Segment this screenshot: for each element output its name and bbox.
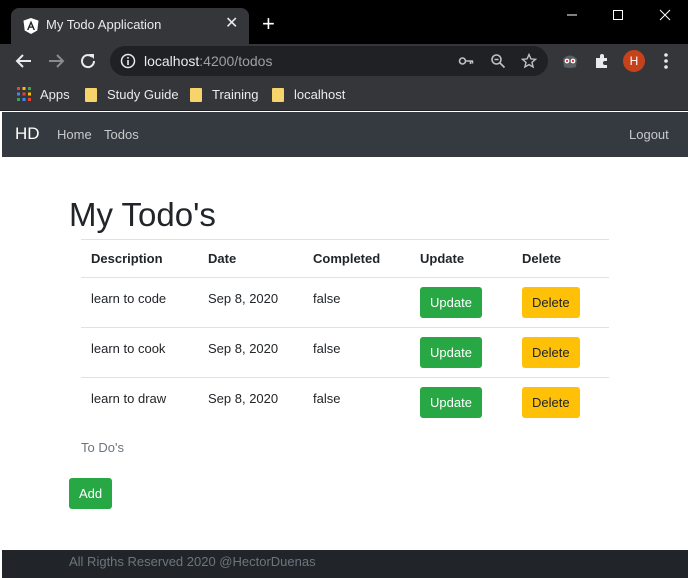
- address-bar[interactable]: localhost:4200/todos: [110, 46, 548, 76]
- update-cell: Update: [410, 327, 512, 378]
- extension-owl-icon[interactable]: [561, 52, 579, 70]
- footer-text: All Rigths Reserved 2020 @HectorDuenas: [69, 554, 316, 569]
- profile-avatar[interactable]: H: [623, 50, 645, 72]
- star-bookmark-icon[interactable]: [521, 53, 537, 69]
- key-icon[interactable]: [458, 53, 474, 69]
- update-button[interactable]: Update: [420, 337, 482, 368]
- bookmark-apps[interactable]: Apps: [17, 86, 77, 104]
- bookmark-training[interactable]: Training: [190, 86, 260, 104]
- update-cell: Update: [410, 277, 512, 328]
- extensions-puzzle-icon[interactable]: [593, 52, 611, 70]
- table-row: learn to cook Sep 8, 2020 false Update D…: [81, 327, 609, 378]
- url-host: localhost: [144, 53, 200, 69]
- delete-button[interactable]: Delete: [522, 337, 580, 368]
- tab-title: My Todo Application: [46, 17, 162, 32]
- browser-titlebar: My Todo Application ✕ +: [0, 0, 688, 44]
- todo-table: Description Date Completed Update Delete…: [81, 239, 609, 428]
- update-button[interactable]: Update: [420, 287, 482, 318]
- table-header-row: Description Date Completed Update Delete: [81, 239, 609, 278]
- browser-menu-icon[interactable]: [663, 51, 669, 71]
- todo-date: Sep 8, 2020: [208, 391, 279, 406]
- delete-cell: Delete: [512, 277, 609, 328]
- todo-description: learn to cook: [81, 327, 198, 378]
- browser-toolbar: localhost:4200/todos H: [0, 44, 688, 78]
- column-header-date: Date: [198, 239, 303, 278]
- browser-tab[interactable]: My Todo Application ✕: [11, 8, 249, 44]
- todo-completed: false: [303, 327, 410, 378]
- page-title: My Todo's: [69, 196, 216, 233]
- minimize-icon[interactable]: [561, 6, 583, 24]
- todo-date: Sep 8, 2020: [198, 327, 303, 378]
- info-icon[interactable]: [120, 53, 136, 69]
- todo-date: Sep 8, 2020: [198, 277, 303, 328]
- nav-link-logout[interactable]: Logout: [629, 127, 669, 142]
- bookmark-localhost[interactable]: localhost: [272, 86, 347, 104]
- app-navbar: HD Home Todos Logout: [2, 112, 688, 157]
- folder-icon: [190, 88, 202, 102]
- folder-icon: [85, 88, 97, 102]
- bookmark-study-guide[interactable]: Study Guide: [85, 86, 180, 104]
- delete-cell: Delete: [512, 327, 609, 378]
- bookmark-label: Study Guide: [107, 87, 179, 102]
- todo-description: learn to draw: [91, 391, 167, 406]
- todo-description: learn to code: [81, 277, 198, 328]
- new-tab-plus-icon[interactable]: +: [262, 13, 275, 35]
- maximize-icon[interactable]: [607, 6, 629, 24]
- apps-grid-icon: [17, 87, 31, 101]
- table-row: learn to draw Sep 8, 2020 false Update D…: [81, 378, 609, 428]
- todo-completed: false: [303, 277, 410, 328]
- angular-logo-icon: [23, 18, 39, 34]
- url-text: localhost:4200/todos: [144, 53, 272, 69]
- delete-cell: Delete: [512, 378, 609, 428]
- delete-button[interactable]: Delete: [522, 287, 580, 318]
- zoom-icon[interactable]: [490, 53, 506, 69]
- bookmark-label: Apps: [40, 87, 70, 102]
- close-window-icon[interactable]: [654, 6, 676, 24]
- table-caption: To Do's: [81, 440, 124, 455]
- page-footer: All Rigths Reserved 2020 @HectorDuenas: [2, 550, 688, 578]
- add-todo-button[interactable]: Add: [69, 478, 113, 509]
- delete-button[interactable]: Delete: [522, 387, 580, 419]
- bookmarks-bar: Apps Study Guide Training localhost: [0, 78, 688, 111]
- update-button[interactable]: Update: [420, 387, 482, 419]
- column-header-delete: Delete: [512, 239, 609, 278]
- url-path: :4200/todos: [199, 53, 273, 69]
- column-header-completed: Completed: [303, 239, 410, 278]
- bookmark-label: Training: [212, 87, 259, 102]
- folder-icon: [272, 88, 284, 102]
- bookmark-label: localhost: [294, 87, 346, 102]
- back-arrow-icon[interactable]: [13, 50, 35, 72]
- navbar-brand[interactable]: HD: [15, 124, 40, 144]
- tab-close-icon[interactable]: ✕: [225, 16, 238, 32]
- column-header-update: Update: [410, 239, 512, 278]
- nav-link-todos[interactable]: Todos: [104, 127, 139, 142]
- nav-link-home[interactable]: Home: [57, 127, 92, 142]
- update-cell: Update: [410, 378, 512, 428]
- forward-arrow-icon[interactable]: [45, 50, 67, 72]
- todo-completed: false: [313, 391, 341, 406]
- reload-icon[interactable]: [77, 50, 99, 72]
- main-content: My Todo's Description Date Completed Upd…: [2, 157, 688, 550]
- table-row: learn to code Sep 8, 2020 false Update D…: [81, 277, 609, 328]
- column-header-description: Description: [81, 239, 198, 278]
